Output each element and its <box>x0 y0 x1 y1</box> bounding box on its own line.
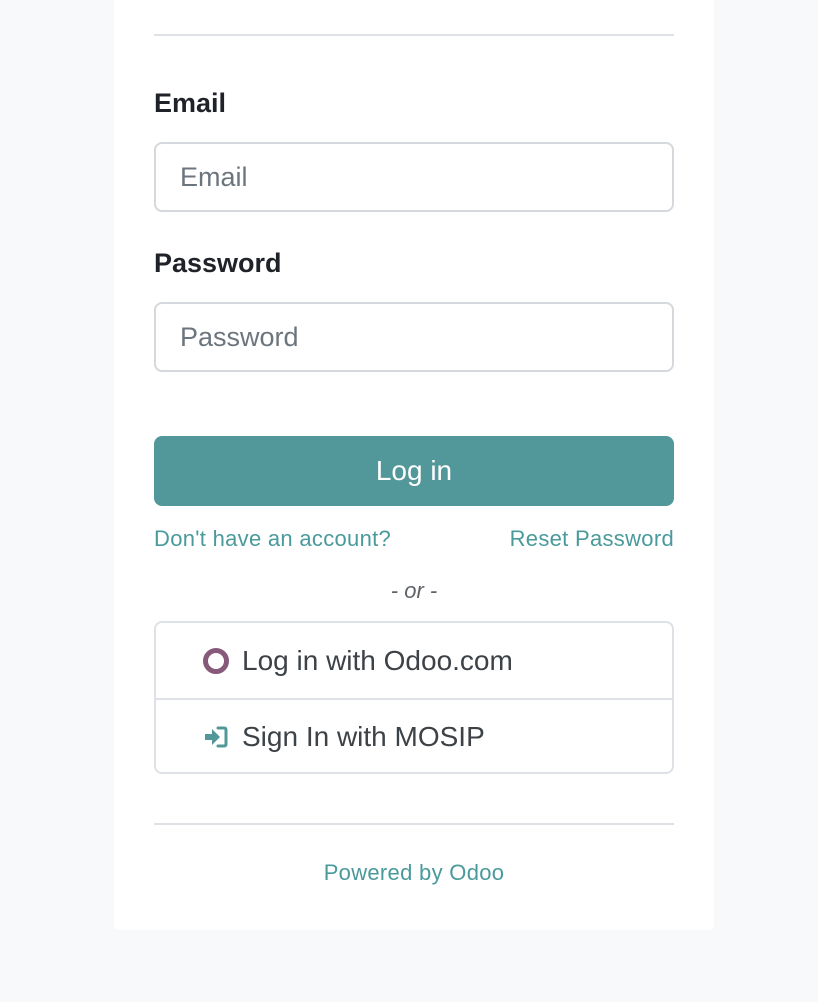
odoo-circle-icon <box>202 647 230 675</box>
signup-link[interactable]: Don't have an account? <box>154 526 391 552</box>
password-label: Password <box>154 248 282 278</box>
oauth-mosip-label: Sign In with MOSIP <box>242 720 485 752</box>
login-button-label: Log in <box>375 455 453 486</box>
sign-in-arrow-icon <box>202 723 230 751</box>
or-separator: - or - <box>390 578 438 603</box>
email-label: Email <box>154 88 227 118</box>
oauth-mosip-button[interactable]: Sign In with MOSIP <box>156 698 672 772</box>
oauth-odoo-button[interactable]: Log in with Odoo.com <box>156 623 672 698</box>
login-card: Email Password Log in Don't have an acco… <box>114 0 714 930</box>
password-field[interactable] <box>154 302 674 372</box>
oauth-provider-list: Log in with Odoo.com Sign In with MOSIP <box>154 621 674 774</box>
powered-by-link[interactable]: Powered by Odoo <box>114 860 714 886</box>
powered-by-label: Powered by Odoo <box>323 860 505 885</box>
oauth-odoo-label: Log in with Odoo.com <box>242 644 513 676</box>
top-divider <box>154 34 674 36</box>
reset-password-link[interactable]: Reset Password <box>510 526 674 552</box>
email-field[interactable] <box>154 142 674 212</box>
login-button[interactable]: Log in <box>154 436 674 506</box>
bottom-divider <box>154 823 674 825</box>
